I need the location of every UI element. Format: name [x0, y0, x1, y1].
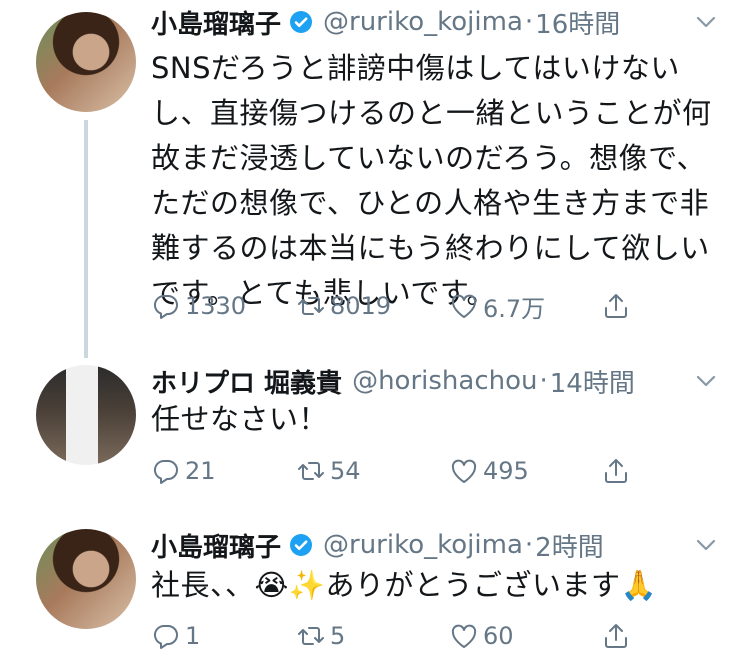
tweet-2[interactable]: ホリプロ 堀義貴 @horishachou · 14時間 任せなさい！ 21 5…	[0, 355, 750, 510]
chevron-down-icon[interactable]	[694, 369, 718, 393]
retweet-button[interactable]: 8019	[296, 286, 391, 326]
user-handle[interactable]: @ruriko_kojima	[323, 7, 523, 37]
reply-button[interactable]: 1	[151, 616, 200, 656]
separator-dot: ·	[524, 7, 534, 37]
user-handle[interactable]: @horishachou	[352, 366, 537, 396]
retweet-count: 5	[330, 622, 346, 650]
retweet-icon	[298, 462, 324, 480]
reply-icon	[153, 459, 178, 484]
display-name[interactable]: ホリプロ 堀義貴	[151, 363, 342, 400]
like-button[interactable]: 6.7万	[449, 286, 545, 326]
share-button[interactable]	[601, 451, 635, 491]
chevron-down-icon[interactable]	[694, 10, 718, 34]
reply-button[interactable]: 21	[151, 451, 216, 491]
tweet-text: 社長、、😭✨ありがとうございます🙏	[151, 568, 658, 602]
tweet-1[interactable]: 小島瑠璃子 @ruriko_kojima · 16時間 SNSだろうと誹謗中傷は…	[0, 0, 750, 350]
like-count: 495	[483, 457, 529, 485]
retweet-count: 54	[330, 457, 361, 485]
reply-button[interactable]: 1330	[151, 286, 246, 326]
verified-badge-icon	[290, 11, 313, 33]
like-button[interactable]: 60	[449, 616, 514, 656]
tweet-actions: 21 54 495	[151, 451, 631, 491]
like-count: 6.7万	[483, 294, 546, 323]
display-name[interactable]: 小島瑠璃子	[151, 4, 281, 41]
like-count: 60	[483, 622, 514, 650]
reply-count: 1	[185, 622, 201, 650]
separator-dot: ·	[539, 366, 548, 396]
retweet-count: 8019	[330, 292, 392, 320]
chevron-down-icon[interactable]	[694, 533, 718, 557]
timestamp[interactable]: 2時間	[535, 527, 604, 564]
tweet-text: 任せなさい！	[151, 402, 329, 436]
avatar[interactable]	[36, 12, 136, 112]
tweet-actions: 1 5 60	[151, 616, 631, 656]
tweet-text: SNSだろうと誹謗中傷はしてはいけないし、直接傷つけるのと一緒ということが何故ま…	[151, 51, 712, 310]
heart-icon	[451, 459, 477, 483]
heart-icon	[451, 624, 477, 648]
display-name[interactable]: 小島瑠璃子	[151, 527, 281, 564]
tweet-header: 小島瑠璃子 @ruriko_kojima · 16時間	[151, 2, 620, 42]
like-button[interactable]: 495	[449, 451, 529, 491]
share-icon	[605, 624, 627, 648]
retweet-button[interactable]: 54	[296, 451, 361, 491]
retweet-icon	[298, 297, 324, 315]
share-button[interactable]	[601, 616, 635, 656]
tweet-header: 小島瑠璃子 @ruriko_kojima · 2時間	[151, 525, 604, 565]
user-handle[interactable]: @ruriko_kojima	[323, 530, 523, 560]
separator-dot: ·	[524, 530, 534, 560]
reply-count: 21	[185, 457, 216, 485]
share-icon	[605, 294, 627, 318]
timestamp[interactable]: 16時間	[535, 4, 620, 41]
avatar[interactable]	[36, 365, 136, 465]
reply-count: 1330	[185, 292, 247, 320]
share-icon	[605, 459, 627, 483]
tweet-actions: 1330 8019 6.7万	[151, 286, 631, 326]
avatar[interactable]	[36, 529, 136, 629]
heart-icon	[451, 294, 477, 318]
tweet-header: ホリプロ 堀義貴 @horishachou · 14時間	[151, 361, 635, 401]
retweet-button[interactable]: 5	[296, 616, 345, 656]
share-button[interactable]	[601, 286, 635, 326]
reply-icon	[153, 294, 178, 319]
timestamp[interactable]: 14時間	[550, 363, 635, 400]
tweet-3[interactable]: 小島瑠璃子 @ruriko_kojima · 2時間 社長、、😭✨ありがとうござ…	[0, 515, 750, 668]
verified-badge-icon	[290, 534, 313, 556]
retweet-icon	[298, 627, 324, 645]
reply-icon	[153, 624, 178, 649]
